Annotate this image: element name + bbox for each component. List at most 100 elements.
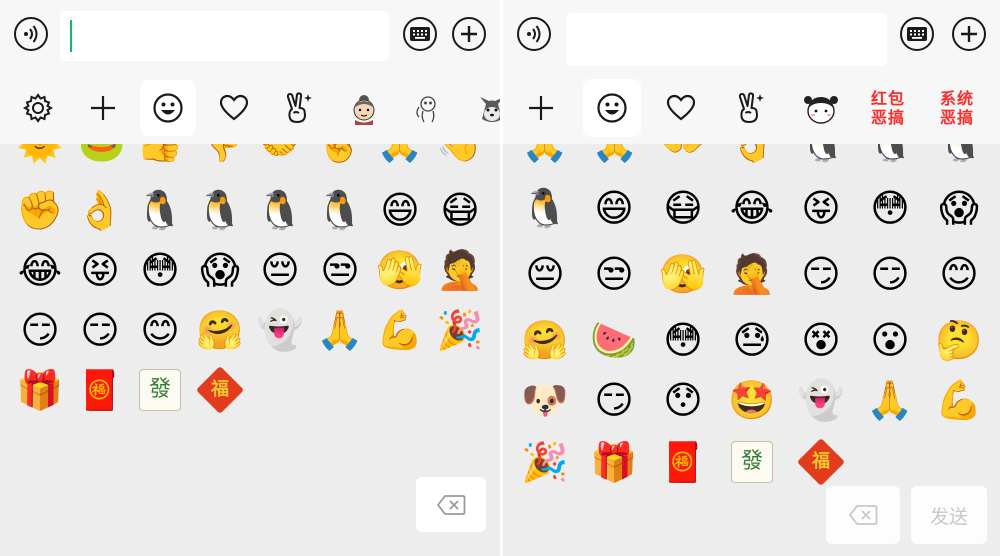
emoji-item[interactable]: 🐧 — [867, 144, 915, 166]
emoji-item[interactable]: 🎁 — [16, 366, 64, 414]
emoji-item[interactable]: 💪 — [376, 306, 424, 354]
emoji-item[interactable]: 😳 — [659, 316, 707, 364]
emoji-item[interactable]: 🤔 — [935, 316, 983, 364]
emoji-item[interactable]: 😷 — [436, 186, 484, 234]
emoji-item[interactable]: 🤦 — [436, 246, 484, 294]
tab-gestures[interactable] — [722, 80, 778, 136]
more-button[interactable] — [452, 17, 486, 51]
emoji-item[interactable]: 😏 — [16, 306, 64, 354]
emoji-item[interactable]: 🧧 — [659, 438, 707, 486]
emoji-item[interactable]: 🎉 — [436, 306, 484, 354]
emoji-item[interactable]: 👌 — [76, 186, 124, 234]
emoji-item[interactable]: ✊ — [16, 186, 64, 234]
mahjong-tile-emoji[interactable]: 發 — [728, 438, 776, 486]
tab-add[interactable] — [75, 80, 131, 136]
emoji-item[interactable]: 🐸 — [78, 144, 126, 166]
emoji-item[interactable]: 🫣 — [659, 250, 707, 298]
emoji-item[interactable]: 😄 — [376, 186, 424, 234]
emoji-item[interactable]: 😳 — [866, 184, 914, 232]
tab-sticker-line[interactable] — [400, 80, 456, 136]
emoji-item[interactable]: 😒 — [316, 246, 364, 294]
emoji-item[interactable]: 🤗 — [196, 306, 244, 354]
emoji-item[interactable]: 🧧 — [76, 366, 124, 414]
emoji-item[interactable]: 🐧 — [136, 186, 184, 234]
emoji-item[interactable]: 😏 — [866, 250, 914, 298]
emoji-item[interactable]: 🐧 — [316, 186, 364, 234]
emoji-item[interactable]: 👋 — [436, 144, 484, 166]
emoji-item[interactable]: 😂 — [728, 184, 776, 232]
tab-favorites[interactable] — [206, 80, 262, 136]
emoji-item[interactable]: 🐧 — [196, 186, 244, 234]
emoji-item[interactable]: 🍉 — [590, 316, 638, 364]
emoji-item[interactable]: 😊 — [935, 250, 983, 298]
voice-button[interactable] — [517, 17, 551, 51]
emoji-item[interactable]: 😱 — [935, 184, 983, 232]
emoji-item[interactable]: 🎉 — [521, 438, 569, 486]
fortune-tile-emoji[interactable]: 福 — [195, 365, 245, 415]
tab-system-prank[interactable]: 系统 恶搞 — [929, 80, 985, 136]
fortune-tile-emoji[interactable]: 福 — [796, 437, 846, 487]
send-button[interactable]: 发送 — [911, 486, 987, 544]
emoji-item[interactable]: 🙏 — [866, 376, 914, 424]
emoji-item[interactable]: 🙏 — [376, 144, 424, 166]
tab-gestures[interactable] — [270, 80, 326, 136]
tab-sticker-grandma[interactable] — [336, 80, 392, 136]
emoji-item[interactable]: 😓 — [728, 316, 776, 364]
emoji-item[interactable]: 🤝 — [256, 144, 304, 166]
emoji-item[interactable]: 🎁 — [590, 438, 638, 486]
emoji-item[interactable]: 🐶 — [521, 376, 569, 424]
emoji-item[interactable]: 🤦 — [728, 250, 776, 298]
emoji-item[interactable]: 🫣 — [376, 246, 424, 294]
emoji-item[interactable]: 😳 — [136, 246, 184, 294]
emoji-item[interactable]: 😔 — [521, 250, 569, 298]
emoji-item[interactable]: 🐧 — [521, 184, 569, 232]
emoji-item[interactable]: 😏 — [76, 306, 124, 354]
emoji-item[interactable]: 🙏 — [316, 306, 364, 354]
emoji-item[interactable]: 😊 — [136, 306, 184, 354]
emoji-item[interactable]: 😄 — [590, 184, 638, 232]
emoji-item[interactable]: 👻 — [256, 306, 304, 354]
emoji-item[interactable]: 😱 — [196, 246, 244, 294]
emoji-item[interactable]: 👌 — [729, 144, 777, 166]
emoji-item[interactable]: 🐧 — [937, 144, 985, 166]
emoji-item[interactable]: 😒 — [590, 250, 638, 298]
tab-emoji[interactable] — [140, 80, 196, 136]
emoji-item[interactable]: 👍 — [136, 144, 184, 166]
emoji-item[interactable]: 😵 — [797, 316, 845, 364]
tab-sticker-girl[interactable] — [793, 80, 849, 136]
emoji-item[interactable]: ✌️ — [316, 144, 364, 166]
emoji-item[interactable]: 😝 — [76, 246, 124, 294]
emoji-item[interactable]: 😔 — [256, 246, 304, 294]
emoji-item[interactable]: 👐 — [659, 144, 707, 166]
tab-red-packet-prank[interactable]: 红包 恶搞 — [860, 80, 916, 136]
voice-button[interactable] — [14, 17, 48, 51]
emoji-item[interactable]: 😏 — [797, 250, 845, 298]
emoji-item[interactable]: 👻 — [797, 376, 845, 424]
more-button[interactable] — [952, 17, 986, 51]
emoji-item[interactable]: 👎 — [196, 144, 244, 166]
emoji-item[interactable]: 😷 — [659, 184, 707, 232]
delete-button[interactable] — [416, 477, 486, 532]
tab-settings[interactable] — [10, 80, 66, 136]
delete-button[interactable] — [826, 486, 900, 544]
tab-add[interactable] — [513, 80, 569, 136]
emoji-item[interactable]: 😏 — [590, 376, 638, 424]
mahjong-tile-emoji[interactable]: 發 — [136, 366, 184, 414]
tab-emoji[interactable] — [583, 79, 641, 137]
emoji-item[interactable]: 🐧 — [256, 186, 304, 234]
message-input[interactable] — [566, 13, 887, 66]
emoji-item[interactable]: 😯 — [659, 376, 707, 424]
emoji-item[interactable]: 😮 — [866, 316, 914, 364]
emoji-item[interactable]: 😂 — [16, 246, 64, 294]
emoji-item[interactable]: 🙏 — [521, 144, 569, 166]
emoji-item[interactable]: 🐧 — [799, 144, 847, 166]
emoji-item[interactable]: 🌞 — [16, 144, 64, 166]
emoji-item[interactable]: 😝 — [797, 184, 845, 232]
emoji-item[interactable]: 🙏 — [591, 144, 639, 166]
emoji-item[interactable]: 🤗 — [521, 316, 569, 364]
keyboard-button[interactable] — [403, 17, 437, 51]
tab-favorites[interactable] — [653, 80, 709, 136]
keyboard-button[interactable] — [900, 17, 934, 51]
message-input[interactable] — [60, 11, 389, 61]
emoji-item[interactable]: 💪 — [935, 376, 983, 424]
